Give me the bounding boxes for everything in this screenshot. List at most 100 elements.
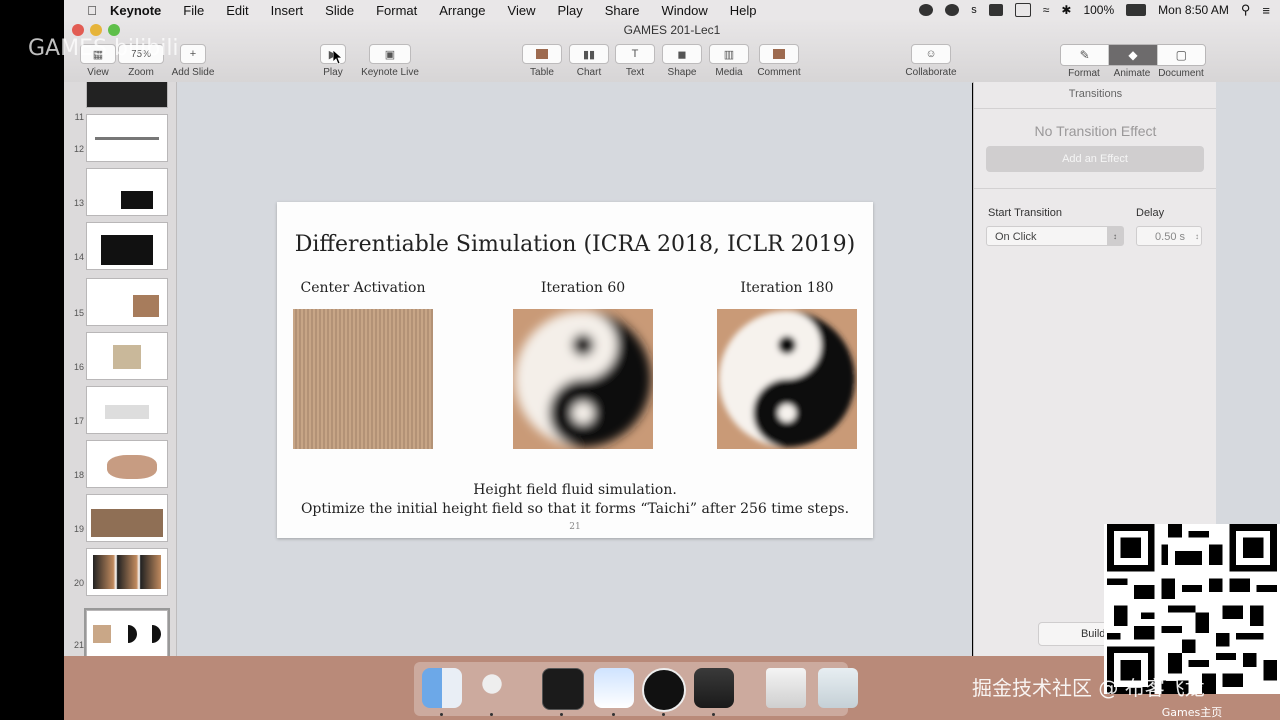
panel-label-iteration-60[interactable]: Iteration 60: [513, 280, 653, 296]
running-indicator: [712, 713, 715, 716]
menu-arrange[interactable]: Arrange: [439, 3, 485, 18]
slide-thumb-14[interactable]: 14: [64, 222, 176, 272]
inspector-divider: [974, 108, 1217, 109]
running-indicator: [440, 713, 443, 716]
document-tab[interactable]: ▢: [1157, 45, 1205, 65]
chart-button[interactable]: ▮▮ Chart: [569, 44, 609, 78]
skype-icon[interactable]: s: [971, 4, 977, 16]
slide-thumb-21[interactable]: 21: [64, 608, 176, 656]
toolbar: GAMES 201-Lec1 ▦ View 75% Zoom + Add Sli…: [64, 20, 1280, 83]
slide-thumb-18[interactable]: 18: [64, 440, 176, 490]
panel-label-center-activation[interactable]: Center Activation: [293, 280, 433, 296]
menu-share[interactable]: Share: [605, 3, 640, 18]
terminal-icon[interactable]: [542, 668, 584, 710]
slide-caption-line1[interactable]: Height field fluid simulation.: [277, 482, 873, 498]
wifi-icon[interactable]: ≈: [1043, 3, 1050, 17]
slide-thumb-13[interactable]: 13: [64, 168, 176, 218]
inspector-divider-2: [974, 188, 1217, 189]
finder-icon[interactable]: [422, 668, 462, 708]
qr-code-image: [1104, 524, 1280, 694]
collaborate-button[interactable]: ☺ Collaborate: [902, 44, 960, 78]
select-arrows-icon: ↕: [1107, 227, 1123, 245]
menu-bar:  Keynote File Edit Insert Slide Format …: [64, 0, 1280, 20]
start-transition-label: Start Transition: [988, 207, 1062, 219]
menu-window[interactable]: Window: [661, 3, 707, 18]
menu-play[interactable]: Play: [557, 3, 582, 18]
animate-label: Animate: [1113, 68, 1151, 79]
slide-thumb-15[interactable]: 15: [64, 278, 176, 328]
menu-slide[interactable]: Slide: [325, 3, 354, 18]
delay-label: Delay: [1136, 207, 1165, 219]
obs-icon[interactable]: [642, 668, 686, 712]
start-transition-select[interactable]: On Click ↕: [986, 226, 1124, 246]
shape-button[interactable]: ◼ Shape: [662, 44, 702, 78]
video-watermark: GAMES bilibili: [28, 36, 179, 61]
stepper-arrows-icon[interactable]: ↕: [1195, 227, 1199, 247]
media-icon: ▥: [709, 44, 749, 64]
iteration-180-image[interactable]: [717, 309, 857, 449]
menu-help[interactable]: Help: [730, 3, 757, 18]
slide-thumb-20[interactable]: 20: [64, 548, 176, 598]
menu-insert[interactable]: Insert: [271, 3, 304, 18]
airplay-icon[interactable]: [1014, 3, 1031, 17]
trash-icon[interactable]: [818, 668, 858, 708]
running-indicator: [662, 713, 665, 716]
bluetooth-icon[interactable]: ✱: [1061, 3, 1071, 17]
text-button[interactable]: T Text: [615, 44, 655, 78]
menu-view[interactable]: View: [508, 3, 536, 18]
camera-icon[interactable]: [988, 4, 1003, 16]
add-effect-button[interactable]: Add an Effect: [986, 146, 1204, 172]
slide-canvas[interactable]: Differentiable Simulation (ICRA 2018, IC…: [177, 82, 972, 656]
media-button[interactable]: ▥ Media: [709, 44, 749, 78]
slide-thumb-16[interactable]: 16: [64, 332, 176, 382]
panel-label-iteration-180[interactable]: Iteration 180: [717, 280, 857, 296]
start-transition-value: On Click: [995, 231, 1037, 243]
iteration-60-image[interactable]: [513, 309, 653, 449]
slide-thumb-12[interactable]: 12: [64, 114, 176, 164]
center-activation-image[interactable]: [293, 309, 433, 449]
chart-icon: ▮▮: [569, 44, 609, 64]
table-button[interactable]: Table: [522, 44, 562, 78]
slide-thumb-19[interactable]: 19: [64, 494, 176, 544]
window-title: GAMES 201-Lec1: [623, 23, 721, 37]
battery-percent: 100%: [1083, 3, 1115, 17]
delay-value: 0.50 s: [1155, 231, 1185, 243]
delay-stepper[interactable]: 0.50 s ↕: [1136, 226, 1202, 246]
no-transition-effect-text: No Transition Effect: [1034, 123, 1157, 139]
menu-edit[interactable]: Edit: [226, 3, 248, 18]
apple-menu-icon[interactable]: : [84, 3, 100, 18]
add-slide-icon: +: [180, 44, 206, 64]
status-app-icon[interactable]: [919, 4, 934, 16]
running-indicator: [490, 713, 493, 716]
slide-title[interactable]: Differentiable Simulation (ICRA 2018, IC…: [277, 232, 873, 257]
animate-tab[interactable]: ◆: [1109, 45, 1158, 65]
menubar-clock[interactable]: Mon 8:50 AM: [1158, 3, 1229, 17]
comment-button[interactable]: Comment: [754, 44, 804, 78]
source-watermark: 掘金技术社区 @ 布客飞龙: [972, 676, 1205, 700]
inspector-header: Transitions: [1068, 88, 1123, 100]
acrobat-icon[interactable]: [694, 668, 734, 708]
keynote-live-button[interactable]: ▣ Keynote Live: [358, 44, 422, 78]
qr-caption: Games主页: [1161, 706, 1223, 719]
current-slide[interactable]: Differentiable Simulation (ICRA 2018, IC…: [277, 202, 873, 538]
slide-thumb-17[interactable]: 17: [64, 386, 176, 436]
spotlight-icon[interactable]: [472, 668, 512, 708]
slide-navigator: 11 12 13 14 15 16 17 18 19 20 21: [64, 82, 177, 656]
battery-icon[interactable]: [1126, 4, 1147, 16]
spotlight-search-icon[interactable]: ⚲: [1241, 2, 1251, 18]
running-indicator: [560, 713, 563, 716]
notification-center-icon[interactable]: ≡: [1262, 3, 1270, 18]
format-tab[interactable]: ✎: [1061, 45, 1110, 65]
comment-icon: [759, 44, 799, 64]
downloads-folder-icon[interactable]: [766, 668, 806, 708]
menu-format[interactable]: Format: [376, 3, 417, 18]
format-label: Format: [1068, 68, 1100, 79]
keynote-icon[interactable]: [594, 668, 634, 708]
menu-file[interactable]: File: [183, 3, 204, 18]
slide-page-number: 21: [569, 522, 581, 532]
slide-caption-line2[interactable]: Optimize the initial height field so tha…: [277, 501, 873, 517]
text-icon: T: [615, 44, 655, 64]
creative-cloud-icon[interactable]: [945, 4, 960, 16]
table-icon: [522, 44, 562, 64]
menu-app[interactable]: Keynote: [110, 3, 161, 18]
